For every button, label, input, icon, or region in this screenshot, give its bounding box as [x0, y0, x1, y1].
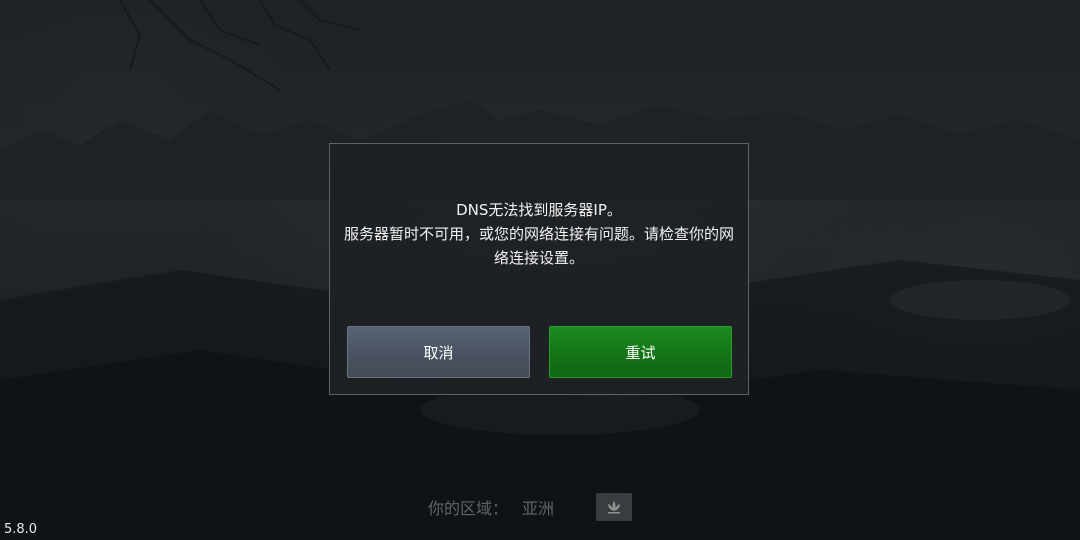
region-info: 你的区域： 亚洲	[428, 492, 633, 522]
retry-button[interactable]: 重试	[549, 326, 732, 378]
region-value: 亚洲	[522, 499, 555, 518]
dialog-message-line2: 服务器暂时不可用，或您的网络连接有问题。请检查你的网络连接设置。	[343, 225, 734, 267]
error-dialog: DNS无法找到服务器IP。 服务器暂时不可用，或您的网络连接有问题。请检查你的网…	[329, 143, 749, 395]
dialog-message-line1: DNS无法找到服务器IP。	[456, 201, 622, 219]
region-label: 你的区域：	[428, 499, 509, 518]
version-label: 5.8.0	[4, 522, 38, 537]
cancel-button[interactable]: 取消	[347, 326, 530, 378]
dialog-message: DNS无法找到服务器IP。 服务器暂时不可用，或您的网络连接有问题。请检查你的网…	[330, 198, 748, 270]
lotus-flag-icon	[596, 493, 633, 521]
screen: 你的区域： 亚洲 5.8.0 DNS无法找到服务器IP。 服务器暂时不可用，或您…	[0, 0, 1080, 540]
